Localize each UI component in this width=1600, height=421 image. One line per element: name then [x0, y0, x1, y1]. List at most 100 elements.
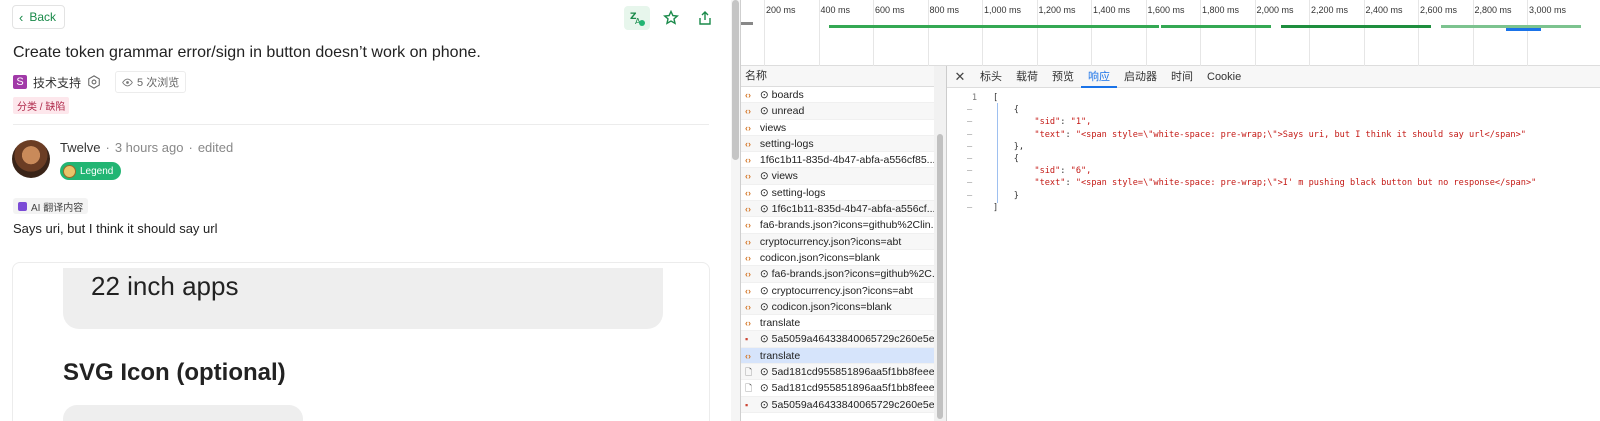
request-row[interactable]: ▪ ⊙ 5a5059a46433840065729c260e5e...	[741, 331, 946, 348]
code-text: "text": "<span style=\"white-space: pre-…	[1034, 129, 1526, 140]
request-row[interactable]: ‹› views	[741, 120, 946, 136]
request-row[interactable]: ‹› cryptocurrency.json?icons=abt	[741, 233, 946, 250]
topic-tag[interactable]: 分类 / 缺陷	[13, 97, 70, 114]
close-icon[interactable]: ✕	[947, 69, 973, 85]
request-name: ⊙ 1f6c1b11-835d-4b47-abfa-a556cf...	[757, 203, 936, 216]
category-badge[interactable]: S	[13, 75, 27, 89]
avatar[interactable]	[12, 140, 50, 178]
request-row[interactable]: ‹› setting-logs	[741, 135, 946, 153]
card-big-text: 22 inch apps	[91, 271, 239, 301]
request-name: ⊙ unread	[757, 105, 805, 118]
tab-1[interactable]: 载荷	[1009, 66, 1045, 88]
fold-marker[interactable]: –	[967, 165, 977, 177]
tab-3[interactable]: 响应	[1081, 66, 1117, 88]
translate-icon: ZA	[630, 12, 645, 26]
timeline-bar	[1281, 25, 1431, 28]
settings-icon[interactable]	[87, 75, 101, 89]
timeline-tick: 2,400 ms	[1365, 5, 1403, 15]
xhr-icon: ‹›	[745, 187, 751, 198]
xhr-icon: ‹›	[745, 285, 751, 296]
legend-badge[interactable]: Legend	[60, 162, 122, 180]
request-row[interactable]: 🗋 ⊙ 5ad181cd955851896aa5f1bb8feee...	[741, 380, 946, 397]
timeline-tick: 800 ms	[929, 5, 960, 15]
fold-marker[interactable]: –	[967, 153, 977, 165]
request-detail: ✕ 标头 载荷 预览 响应 启动器 时间 Cookie 1[– {– "sid": "1",…	[947, 66, 1600, 421]
post-time[interactable]: 3 hours ago	[115, 140, 184, 155]
page-scroll-thumb[interactable]	[732, 0, 739, 160]
request-row[interactable]: 🗋 ⊙ 5ad181cd955851896aa5f1bb8feee...	[741, 364, 946, 381]
fold-marker[interactable]: –	[967, 202, 977, 214]
request-list-scroll-thumb[interactable]	[937, 134, 943, 419]
tab-5[interactable]: 时间	[1164, 66, 1200, 88]
xhr-icon: ‹›	[745, 350, 751, 361]
fold-marker[interactable]: –	[967, 190, 977, 202]
category-name[interactable]: 技术支持	[33, 74, 81, 91]
request-row[interactable]: ‹› ⊙ setting-logs	[741, 185, 946, 202]
translate-button[interactable]: ZA	[624, 6, 650, 30]
star-icon	[663, 10, 679, 25]
request-row[interactable]: ‹› 1f6c1b11-835d-4b47-abfa-a556cf85...	[741, 152, 946, 169]
devtools-network-panel: 200 ms 400 ms 600 ms 800 ms 1,000 ms 1,200 ms…	[740, 0, 1600, 421]
request-row[interactable]: ‹› ⊙ fa6-brands.json?icons=github%2C...	[741, 266, 946, 283]
timeline-gridline	[982, 0, 983, 66]
request-name: ⊙ 5ad181cd955851896aa5f1bb8feee...	[757, 366, 944, 379]
code-line: – "sid": "6",	[947, 165, 1600, 177]
request-rows: ‹› ⊙ boards ‹› ⊙ unread ‹› views ‹› setting…	[741, 87, 946, 413]
forum-page: ‹ Back ZA Create token grammar error/sig…	[0, 0, 740, 421]
timeline-gridline	[1527, 0, 1528, 66]
views-chip: 5 次浏览	[115, 71, 187, 93]
request-name: views	[757, 121, 787, 134]
back-button[interactable]: ‹ Back	[12, 5, 66, 29]
request-name: ⊙ views	[757, 170, 798, 183]
document-icon: 🗋	[745, 383, 753, 394]
tab-2[interactable]: 预览	[1045, 66, 1081, 88]
timeline-gridline	[1091, 0, 1092, 66]
request-row[interactable]: ‹› translate	[741, 347, 946, 365]
document-icon: 🗋	[745, 367, 753, 378]
tab-6[interactable]: Cookie	[1200, 66, 1248, 88]
tab-4[interactable]: 启动器	[1117, 66, 1164, 88]
bookmark-button[interactable]	[658, 6, 684, 30]
network-timeline[interactable]: 200 ms 400 ms 600 ms 800 ms 1,000 ms 1,200 ms…	[741, 0, 1600, 66]
timeline-tick: 2,000 ms	[1256, 5, 1294, 15]
name-column-header[interactable]: 名称	[741, 66, 946, 87]
timeline-gridline	[1254, 0, 1256, 66]
post-header: Twelve · 3 hours ago · edited	[60, 140, 234, 155]
code-text: {	[993, 105, 1019, 116]
post-author[interactable]: Twelve	[60, 140, 100, 155]
timeline-gridline	[764, 0, 765, 66]
request-row[interactable]: ‹› ⊙ codicon.json?icons=blank	[741, 298, 946, 316]
legend-label: Legend	[80, 165, 114, 177]
timeline-gridline	[818, 0, 820, 66]
topic-meta: S 技术支持 5 次浏览	[13, 71, 187, 93]
request-row[interactable]: ‹› ⊙ cryptocurrency.json?icons=abt	[741, 283, 946, 299]
xhr-icon: ‹›	[745, 269, 751, 280]
timeline-tick: 1,200 ms	[1038, 5, 1076, 15]
xhr-icon: ‹›	[745, 171, 751, 182]
fold-marker[interactable]: –	[967, 129, 977, 141]
response-viewer: 1[– {– "sid": "1", – "text": "<span style…	[947, 92, 1600, 214]
request-row[interactable]: ‹› translate	[741, 315, 946, 332]
request-row[interactable]: ‹› ⊙ unread	[741, 103, 946, 120]
tab-0[interactable]: 标头	[973, 66, 1009, 88]
post-edited[interactable]: edited	[198, 140, 233, 155]
topic-title: Create token grammar error/sign in butto…	[13, 44, 481, 61]
request-name: ⊙ boards	[757, 89, 804, 101]
request-row[interactable]: ‹› ⊙ 1f6c1b11-835d-4b47-abfa-a556cf...	[741, 201, 946, 218]
timeline-tick: 1,800 ms	[1202, 5, 1240, 15]
request-row[interactable]: ▪ ⊙ 5a5059a46433840065729c260e5e...	[741, 396, 946, 413]
fold-marker[interactable]: –	[967, 177, 977, 189]
request-row[interactable]: ‹› codicon.json?icons=blank	[741, 250, 946, 267]
request-row[interactable]: ‹› ⊙ boards	[741, 87, 946, 104]
request-row[interactable]: ‹› fa6-brands.json?icons=github%2Clin...	[741, 217, 946, 234]
request-list-scrollbar[interactable]	[934, 66, 946, 421]
code-line: – {	[947, 104, 1600, 116]
code-text: {	[993, 153, 1019, 164]
fold-marker[interactable]: –	[967, 141, 977, 153]
request-row[interactable]: ‹› ⊙ views	[741, 168, 946, 185]
fold-marker[interactable]: –	[967, 104, 977, 116]
fold-marker[interactable]: –	[967, 116, 977, 128]
page-scrollbar[interactable]	[731, 0, 740, 421]
request-name: codicon.json?icons=blank	[757, 251, 880, 264]
share-button[interactable]	[692, 6, 718, 30]
